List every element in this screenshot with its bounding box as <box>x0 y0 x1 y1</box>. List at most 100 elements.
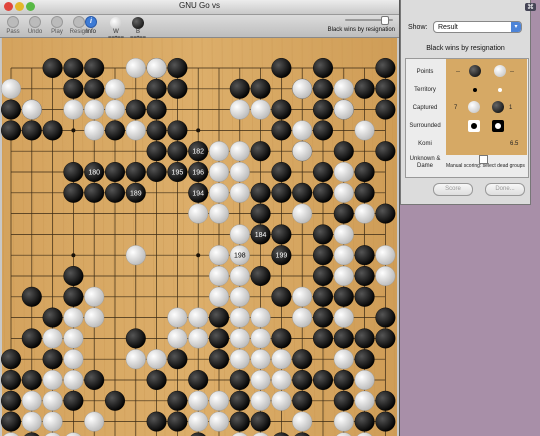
white-stone <box>188 390 209 411</box>
black-stone <box>167 390 188 411</box>
white-stone <box>125 349 146 370</box>
slider-knob[interactable] <box>381 16 389 25</box>
black-stone <box>0 411 22 432</box>
captured-white-value: 1 <box>509 105 513 111</box>
black-stone <box>63 265 84 286</box>
white-stone <box>167 307 188 328</box>
black-stone <box>0 370 22 391</box>
manual-scoring-label: Manual scoring: select dead groups <box>446 163 525 169</box>
white-stone <box>333 349 354 370</box>
white-stone <box>229 224 250 245</box>
white-stone <box>229 307 250 328</box>
captured-black-value: 7 <box>454 105 458 111</box>
white-stone <box>208 265 229 286</box>
black-stone <box>63 78 84 99</box>
black-stone <box>250 141 271 162</box>
result-title: Black wins by resignation <box>426 45 505 52</box>
black-stone <box>313 182 334 203</box>
move-number-label: 184 <box>255 232 267 239</box>
white-stone <box>188 203 209 224</box>
white-stone <box>42 328 63 349</box>
black-stone <box>167 349 188 370</box>
white-stone <box>229 286 250 307</box>
show-label: Show: <box>408 24 428 31</box>
black-stone <box>333 286 354 307</box>
white-stone <box>208 161 229 182</box>
white-stone <box>333 99 354 120</box>
komi-value: 6.5 <box>510 141 519 147</box>
white-stone <box>292 411 313 432</box>
white-stone <box>0 78 22 99</box>
white-stone <box>208 286 229 307</box>
row-label-territory: Territory <box>414 87 436 93</box>
black-stone <box>354 245 375 266</box>
black-stone <box>167 120 188 141</box>
move-number-label: 180 <box>88 170 100 177</box>
black-stone <box>354 349 375 370</box>
pass-button[interactable]: Pass <box>2 16 24 35</box>
black-stone <box>375 411 396 432</box>
points-white-value: -- <box>510 69 514 75</box>
white-stone <box>84 411 105 432</box>
black-stone <box>167 141 188 162</box>
black-stone <box>208 349 229 370</box>
white-stone <box>104 99 125 120</box>
black-stone <box>333 370 354 391</box>
black-stone <box>354 411 375 432</box>
black-stone <box>375 328 396 349</box>
play-button[interactable]: Play <box>46 16 68 35</box>
score-button[interactable]: Score <box>433 183 473 196</box>
done-button[interactable]: Done... <box>485 183 525 196</box>
white-stone <box>21 390 42 411</box>
menu-extra-icon[interactable]: ⌘ <box>525 3 536 11</box>
info-icon: i <box>85 16 97 28</box>
white-stone <box>354 203 375 224</box>
white-stone <box>229 328 250 349</box>
go-board[interactable]: 182 180 195 196 189 194 184 199 198 <box>0 38 399 436</box>
black-stone <box>84 182 105 203</box>
white-stone <box>229 265 250 286</box>
black-stone <box>292 182 313 203</box>
black-stone <box>271 328 292 349</box>
black-stone <box>146 120 167 141</box>
black-stone <box>313 286 334 307</box>
white-stone <box>188 411 209 432</box>
captured-black-stone-icon <box>492 101 504 113</box>
black-stone <box>250 265 271 286</box>
row-label-points: Points <box>416 69 434 75</box>
black-stone <box>354 182 375 203</box>
undo-icon <box>29 16 41 28</box>
black-stone <box>146 370 167 391</box>
white-stone-icon <box>110 17 122 29</box>
move-slider[interactable] <box>345 16 393 25</box>
white-stone <box>250 349 271 370</box>
pass-label: Pass <box>6 29 20 35</box>
move-number-label: 194 <box>192 190 204 197</box>
black-stone <box>375 99 396 120</box>
white-stone <box>271 349 292 370</box>
black-stone <box>42 58 63 79</box>
black-stone <box>313 58 334 79</box>
black-stone <box>271 161 292 182</box>
show-select[interactable]: Result ▾ <box>433 21 522 33</box>
black-stone <box>125 161 146 182</box>
undo-button[interactable]: Undo <box>24 16 46 35</box>
black-stone <box>84 58 105 79</box>
info-button[interactable]: i Info <box>80 16 102 35</box>
black-stone <box>250 203 271 224</box>
black-stone <box>313 307 334 328</box>
black-stone <box>188 370 209 391</box>
black-stone <box>375 307 396 328</box>
black-stone <box>104 182 125 203</box>
black-stone <box>104 390 125 411</box>
black-stone <box>333 141 354 162</box>
black-stone <box>271 286 292 307</box>
white-stone <box>250 390 271 411</box>
black-stone <box>229 78 250 99</box>
black-stone <box>250 182 271 203</box>
black-stone <box>63 286 84 307</box>
surrounded-black-icon <box>468 120 480 132</box>
white-stone <box>333 161 354 182</box>
black-stone <box>167 411 188 432</box>
black-stone <box>271 224 292 245</box>
